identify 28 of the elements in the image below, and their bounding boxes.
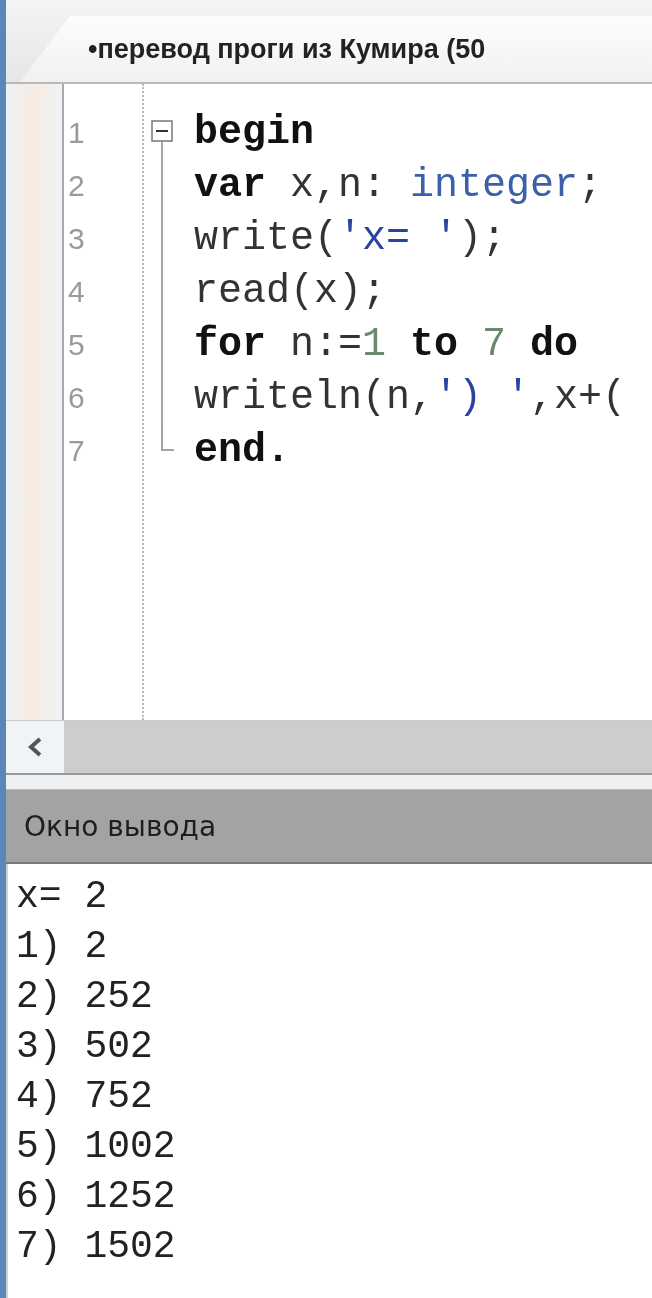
file-tab[interactable]: •перевод проги из Кумира (50: [20, 16, 652, 82]
code-line: begin: [194, 110, 315, 155]
output-line: 5) 1002: [16, 1124, 177, 1170]
line-number: 6: [67, 380, 86, 416]
output-line: 6) 1252: [16, 1174, 177, 1220]
code-line: var x,n: integer;: [194, 163, 603, 208]
output-panel-title: Окно вывода: [6, 790, 652, 864]
line-number: 5: [67, 327, 86, 363]
line-number: 2: [67, 168, 86, 204]
code-line: read(x);: [194, 269, 387, 314]
output-line: 7) 1502: [16, 1224, 177, 1270]
scroll-left-button[interactable]: [6, 721, 64, 773]
output-line: 4) 752: [16, 1074, 154, 1120]
output-line: 3) 502: [16, 1024, 154, 1070]
line-number: 3: [67, 221, 86, 257]
output-line: 2) 252: [16, 974, 154, 1020]
chevron-left-icon: [27, 736, 43, 758]
code-line: for n:=1 to 7 do: [194, 322, 579, 367]
code-line: writeln(n,') ',x+(: [194, 375, 627, 420]
line-number: 1: [67, 115, 86, 151]
output-line: 1) 2: [16, 924, 109, 970]
code-line: write('x= ');: [194, 216, 507, 261]
line-number: 7: [67, 433, 86, 469]
collapse-icon[interactable]: [151, 120, 173, 159]
code-line: end.: [194, 428, 290, 473]
output-line: x= 2: [16, 874, 109, 920]
line-number: 4: [67, 274, 86, 310]
fold-end-line: [161, 424, 175, 451]
